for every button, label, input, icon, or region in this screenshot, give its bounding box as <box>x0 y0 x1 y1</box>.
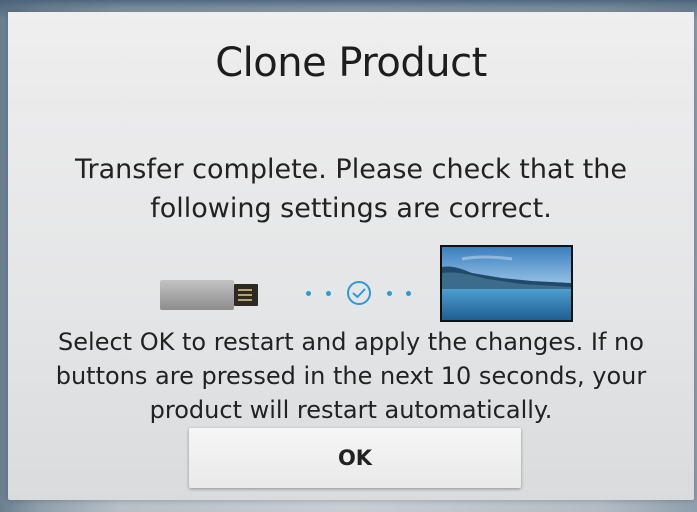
transfer-message: Transfer complete. Please check that the… <box>75 154 627 224</box>
ok-button[interactable]: OK <box>189 428 521 488</box>
transfer-illustration <box>8 244 694 324</box>
dialog-title: Clone Product <box>215 40 487 86</box>
progress-dot-icon <box>306 291 311 296</box>
usb-drive-icon <box>160 280 234 310</box>
progress-dot-icon <box>387 291 392 296</box>
tv-screen: Clone Product Transfer complete. Please … <box>0 0 697 512</box>
landscape-image <box>442 247 571 320</box>
progress-dot-icon <box>326 291 331 296</box>
usb-connector-icon <box>234 284 258 306</box>
clone-product-dialog: Clone Product Transfer complete. Please … <box>8 12 694 500</box>
check-circle-icon <box>347 281 371 305</box>
progress-dot-icon <box>406 291 411 296</box>
restart-note: Select OK to restart and apply the chang… <box>55 328 647 424</box>
tv-icon <box>440 245 573 322</box>
dialog-header: Clone Product <box>8 12 694 112</box>
